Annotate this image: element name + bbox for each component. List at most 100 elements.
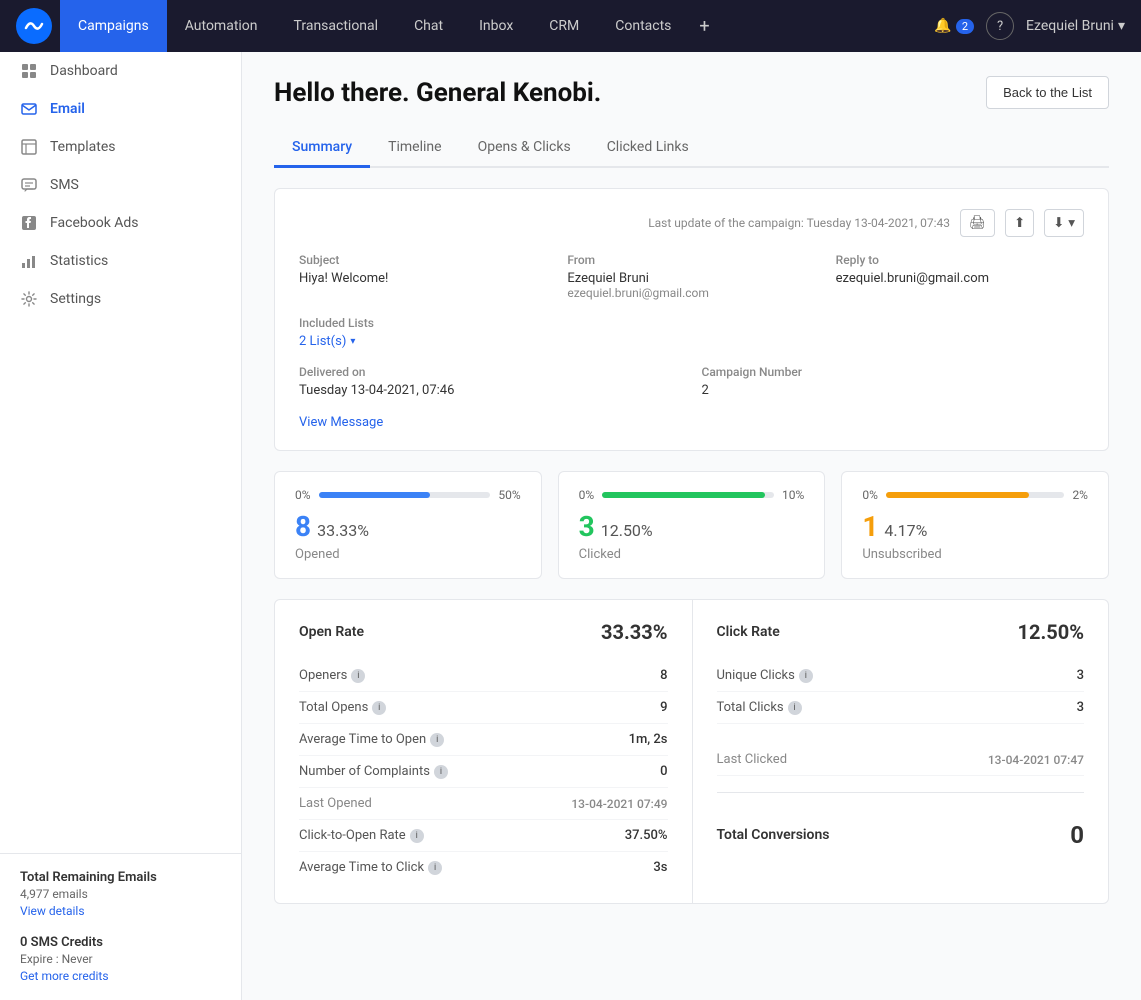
opened-fill [319, 492, 431, 498]
download-button[interactable]: ⬇ ▾ [1044, 209, 1084, 237]
print-button[interactable]: 🖨 [960, 209, 995, 237]
opened-number: 8 [295, 510, 311, 543]
sidebar-item-templates[interactable]: Templates [0, 128, 241, 166]
clicked-label: Clicked [579, 547, 805, 562]
clicked-track [602, 492, 774, 498]
click-rate-section: Click Rate 12.50% Unique Clicks i 3 Tota… [692, 600, 1109, 903]
total-opens-row: Total Opens i 9 [299, 692, 668, 724]
unsub-track [886, 492, 1065, 498]
sidebar-item-sms[interactable]: SMS [0, 166, 241, 204]
clicked-val-row: 3 12.50% [579, 510, 805, 543]
view-details-link[interactable]: View details [20, 904, 85, 918]
update-row: Last update of the campaign: Tuesday 13-… [299, 209, 1084, 237]
avg-time-open-info-icon[interactable]: i [430, 733, 444, 747]
topnav-item-inbox[interactable]: Inbox [461, 0, 531, 52]
unsub-range: 0% 2% [862, 488, 1088, 502]
share-icon: ⬆ [1014, 215, 1025, 231]
remaining-emails-title: Total Remaining Emails [20, 870, 221, 885]
tabs-bar: Summary Timeline Opens & Clicks Clicked … [274, 129, 1109, 168]
clicked-pct: 12.50% [601, 521, 653, 540]
sidebar-item-facebook-ads[interactable]: Facebook Ads [0, 204, 241, 242]
clicked-max: 10% [782, 488, 804, 502]
last-opened-row: Last Opened 13-04-2021 07:49 [299, 788, 668, 820]
chart-icon [20, 252, 38, 270]
campaign-number-label: Campaign Number [702, 365, 1085, 379]
total-clicks-info-icon[interactable]: i [788, 701, 802, 715]
help-button[interactable]: ? [986, 12, 1014, 40]
page-title: Hello there. General Kenobi. [274, 78, 601, 108]
stats-bars: 0% 50% 8 33.33% Opened 0% [274, 471, 1109, 579]
back-to-list-button[interactable]: Back to the List [986, 76, 1109, 109]
sidebar-item-email[interactable]: Email [0, 90, 241, 128]
avg-time-click-info-icon[interactable]: i [428, 861, 442, 875]
tab-clicked-links[interactable]: Clicked Links [589, 129, 707, 168]
opened-pct: 33.33% [317, 521, 369, 540]
click-to-open-info-icon[interactable]: i [410, 829, 424, 843]
topnav-item-transactional[interactable]: Transactional [276, 0, 397, 52]
main-content: Hello there. General Kenobi. Back to the… [242, 52, 1141, 1000]
clicked-stat-card: 0% 10% 3 12.50% Clicked [558, 471, 826, 579]
unsub-label: Unsubscribed [862, 547, 1088, 562]
lists-link[interactable]: 2 List(s) [299, 334, 346, 349]
openers-val: 8 [660, 668, 667, 683]
avg-time-open-row: Average Time to Open i 1m, 2s [299, 724, 668, 756]
logo[interactable] [16, 8, 52, 44]
email-icon [20, 100, 38, 118]
sidebar-item-settings[interactable]: Settings [0, 280, 241, 318]
from-name: Ezequiel Bruni [567, 271, 815, 286]
opened-track [319, 492, 491, 498]
opened-range: 0% 50% [295, 488, 521, 502]
last-update-text: Last update of the campaign: Tuesday 13-… [648, 216, 950, 230]
from-email: ezequiel.bruni@gmail.com [567, 286, 815, 300]
add-menu-button[interactable]: + [689, 0, 719, 52]
open-rate-section: Open Rate 33.33% Openers i 8 Total Opens… [275, 600, 692, 903]
clicked-min: 0% [579, 488, 595, 502]
topnav-item-crm[interactable]: CRM [531, 0, 597, 52]
tab-opens-clicks[interactable]: Opens & Clicks [460, 129, 589, 168]
tab-summary[interactable]: Summary [274, 129, 370, 168]
sidebar-item-statistics[interactable]: Statistics [0, 242, 241, 280]
openers-info-icon[interactable]: i [351, 669, 365, 683]
unsubscribed-stat-card: 0% 2% 1 4.17% Unsubscribed [841, 471, 1109, 579]
bottom-stats: Open Rate 33.33% Openers i 8 Total Opens… [274, 599, 1109, 904]
total-opens-info-icon[interactable]: i [372, 701, 386, 715]
unsub-val-row: 1 4.17% [862, 510, 1088, 543]
reply-email: ezequiel.bruni@gmail.com [836, 271, 1084, 286]
total-conversions-val: 0 [1070, 821, 1084, 849]
user-menu-button[interactable]: Ezequiel Bruni ▾ [1026, 18, 1125, 34]
click-rate-pct: 12.50% [1018, 620, 1084, 644]
complaints-info-icon[interactable]: i [434, 765, 448, 779]
topnav-item-automation[interactable]: Automation [167, 0, 276, 52]
delivered-grid: Delivered on Tuesday 13-04-2021, 07:46 C… [299, 365, 1084, 398]
topnav-item-chat[interactable]: Chat [396, 0, 461, 52]
view-message-link[interactable]: View Message [299, 415, 383, 430]
reply-label: Reply to [836, 253, 1084, 267]
last-clicked-val: 13-04-2021 07:47 [988, 753, 1084, 767]
print-icon: 🖨 [969, 215, 986, 231]
click-rate-header: Click Rate 12.50% [717, 620, 1085, 644]
last-opened-val: 13-04-2021 07:49 [571, 797, 667, 811]
share-button[interactable]: ⬆ [1005, 209, 1034, 237]
facebook-icon [20, 214, 38, 232]
last-clicked-row: Last Clicked 13-04-2021 07:47 [717, 744, 1085, 776]
notif-count: 2 [956, 19, 974, 34]
tab-timeline[interactable]: Timeline [370, 129, 459, 168]
get-more-credits-link[interactable]: Get more credits [20, 969, 109, 983]
total-conversions-row: Total Conversions 0 [717, 809, 1085, 861]
total-opens-val: 9 [660, 700, 667, 715]
unique-clicks-info-icon[interactable]: i [799, 669, 813, 683]
topnav-item-campaigns[interactable]: Campaigns [60, 0, 167, 52]
divider [717, 792, 1085, 793]
click-to-open-row: Click-to-Open Rate i 37.50% [299, 820, 668, 852]
avg-time-click-val: 3s [653, 860, 667, 875]
opened-val-row: 8 33.33% [295, 510, 521, 543]
opened-label: Opened [295, 547, 521, 562]
avg-time-open-val: 1m, 2s [629, 732, 668, 747]
avg-time-click-row: Average Time to Click i 3s [299, 852, 668, 883]
sms-icon [20, 176, 38, 194]
sidebar-item-dashboard[interactable]: Dashboard [0, 52, 241, 90]
openers-row: Openers i 8 [299, 660, 668, 692]
topnav-item-contacts[interactable]: Contacts [597, 0, 689, 52]
from-col: From Ezequiel Bruni ezequiel.bruni@gmail… [567, 253, 815, 300]
notifications-button[interactable]: 🔔 2 [934, 18, 974, 34]
